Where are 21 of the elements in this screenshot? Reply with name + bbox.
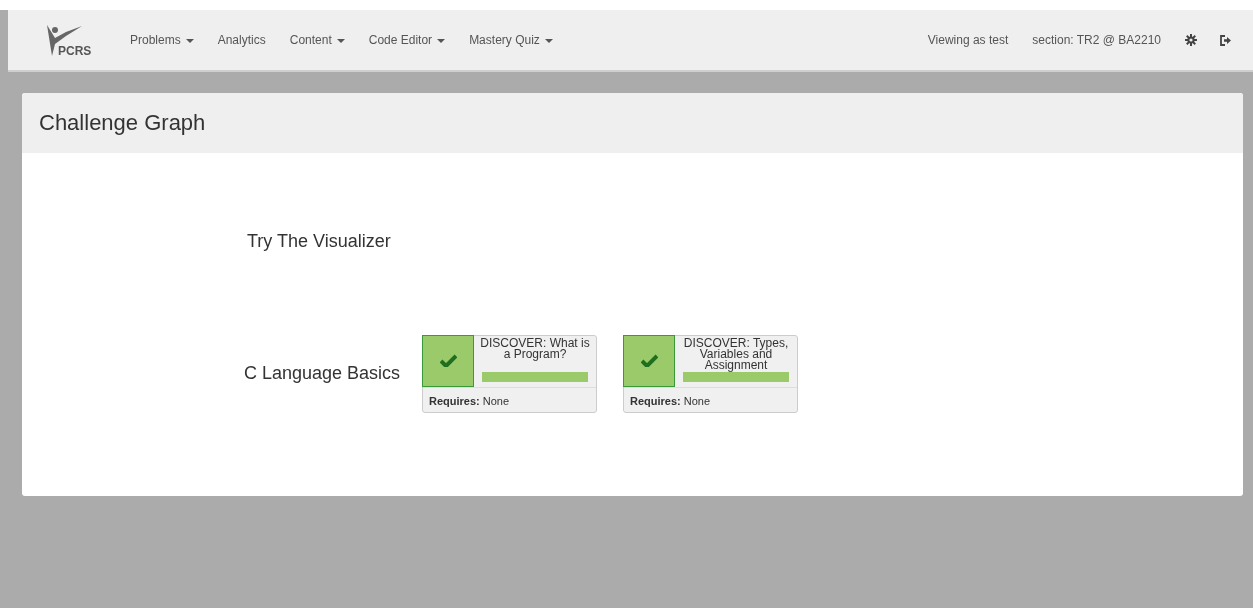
challenge-title[interactable]: DISCOVER: What is a Program?: [480, 337, 590, 374]
settings-icon[interactable]: [1185, 34, 1197, 46]
nav-menu-item[interactable]: Problems: [130, 33, 194, 47]
viewing-as-text: Viewing as test: [927, 33, 1009, 47]
logout-icon[interactable]: [1219, 34, 1231, 46]
challenge-title[interactable]: DISCOVER: Types, Variables and Assignment: [681, 337, 791, 374]
nav-menu-item[interactable]: Mastery Quiz: [469, 33, 553, 47]
row-label: C Language Basics: [242, 363, 401, 384]
panel-title: Challenge Graph: [39, 110, 206, 136]
requires-text: Requires: None: [428, 393, 511, 409]
status-tile[interactable]: [422, 334, 474, 387]
row-label: Try The Visualizer: [246, 231, 392, 252]
nav-menu-item[interactable]: Analytics: [217, 33, 266, 47]
checkmark-icon: [439, 354, 457, 367]
requires-text: Requires: None: [629, 393, 712, 409]
status-tile[interactable]: [623, 334, 675, 387]
checkmark-icon: [640, 354, 658, 367]
nav-menu-item[interactable]: Code Editor: [368, 33, 446, 47]
nav-menu-item[interactable]: Content: [289, 33, 345, 47]
section-text: section: TR2 @ BA2210: [1032, 33, 1161, 47]
brand-name[interactable]: PCRS: [58, 44, 92, 58]
